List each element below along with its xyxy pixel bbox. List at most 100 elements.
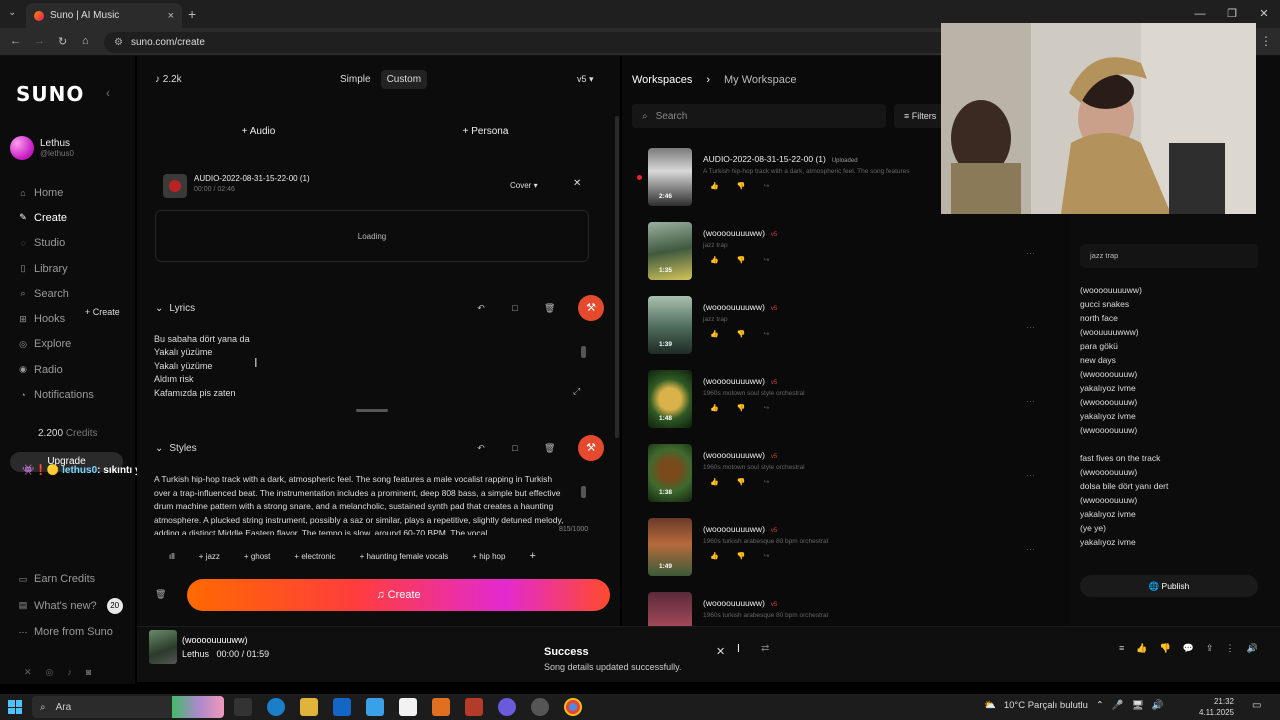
remove-audio-icon[interactable]: ✕ [573,178,581,189]
lyrics-resize-handle[interactable] [356,409,388,412]
x-icon[interactable]: ✕ [24,667,32,678]
sidebar-item-notifications[interactable]: ◔ Notifications [18,382,94,407]
browser-tab[interactable]: Suno | AI Music × [26,3,182,28]
dislike-icon[interactable]: 👎 [737,182,746,190]
like-icon[interactable]: 👍 [710,552,719,560]
volume-icon[interactable]: 🔊 [1152,700,1164,711]
suno-logo[interactable]: SUNO [16,82,84,106]
like-icon[interactable]: 👍 [1136,643,1147,654]
magic-wand-icon[interactable]: ⚒ [578,435,604,461]
publish-button[interactable]: 🌐 Publish [1080,575,1258,597]
discord-icon[interactable] [498,698,516,716]
share-icon[interactable]: ⇪ [1206,643,1214,654]
queue-icon[interactable]: ≡ [1119,643,1124,654]
windows-start-icon[interactable] [8,700,22,714]
song-row[interactable]: (woooouuuuww) v5 1960s turkish arabesque … [648,592,1068,626]
tags-menu-icon[interactable]: ıll [161,552,183,561]
network-icon[interactable]: 🖥 [1132,700,1144,711]
clear-form-icon[interactable]: 🗑 [155,589,166,600]
notifications-icon[interactable]: ▭ [1252,700,1261,711]
sidebar-item-library[interactable]: ▯ Library [18,256,94,281]
tab-search-icon[interactable]: ⌄ [8,7,16,18]
styles-textarea[interactable]: A Turkish hip-hop track with a dark, atm… [154,473,566,535]
copy-icon[interactable]: □ [510,443,520,453]
like-icon[interactable]: 👍 [710,330,719,338]
play-pause-button[interactable]: ǀ [737,643,740,655]
song-row[interactable]: 1:38 (woooouuuuww) v5 1960s motown soul s… [648,444,1068,504]
reload-icon[interactable]: ↻ [58,35,67,48]
app-icon[interactable] [465,698,483,716]
magic-wand-icon[interactable]: ⚒ [578,295,604,321]
copy-icon[interactable]: □ [510,303,520,313]
task-view-icon[interactable] [234,698,252,716]
weather-text[interactable]: 10°C Parçalı bulutlu [1004,700,1088,711]
dislike-icon[interactable]: 👎 [737,552,746,560]
audio-thumbnail[interactable] [163,174,187,198]
sidebar-item-whats-new[interactable]: ▤ What's new? 20 [18,593,123,620]
weather-icon[interactable]: ⛅ [984,700,996,711]
undo-icon[interactable]: ↶ [476,443,486,454]
like-icon[interactable]: 👍 [710,404,719,412]
mode-simple-tab[interactable]: Simple [334,70,377,89]
edge-icon[interactable] [267,698,285,716]
song-row[interactable]: 1:39 (woooouuuuww) v5 jazz trap 👍 👎 ↪ ⋯ [648,296,1068,356]
song-row[interactable]: 1:35 (woooouuuuww) v5 jazz trap 👍 👎 ↪ ⋯ [648,222,1068,282]
create-scrollbar[interactable] [615,116,619,438]
back-icon[interactable]: ← [10,35,21,47]
dislike-icon[interactable]: 👎 [737,330,746,338]
tag-chip[interactable]: + electronic [286,552,343,561]
share-icon[interactable]: ↪ [763,330,769,338]
more-options-icon[interactable]: ⋯ [1026,396,1035,407]
volume-icon[interactable]: 🔊 [1246,643,1257,654]
sidebar-item-search[interactable]: ⌕ Search [18,281,94,306]
collapse-sidebar-icon[interactable]: ‹ [106,86,110,100]
sidebar-item-earn-credits[interactable]: ▭ Earn Credits [18,566,123,593]
dislike-icon[interactable]: 👎 [737,404,746,412]
styles-scroll-thumb[interactable] [581,486,586,498]
sidebar-item-create[interactable]: ✎ Create [18,205,94,230]
add-audio-button[interactable]: + Audio [145,118,372,146]
song-row[interactable]: 1:48 (woooouuuuww) v5 1960s motown soul s… [648,370,1068,430]
like-icon[interactable]: 👍 [710,256,719,264]
share-icon[interactable]: ↪ [763,182,769,190]
tag-chip[interactable]: + ghost [236,552,278,561]
cover-mode-select[interactable]: Cover ▾ [504,178,544,193]
more-options-icon[interactable]: ⋮ [1225,643,1234,654]
tiktok-icon[interactable]: ♪ [67,667,72,678]
sidebar-item-hooks[interactable]: ⊞ Hooks [18,306,94,331]
mode-custom-tab[interactable]: Custom [380,70,428,89]
tag-chip[interactable]: + jazz [191,552,228,561]
share-icon[interactable]: ↪ [763,404,769,412]
file-explorer-icon[interactable] [300,698,318,716]
create-button[interactable]: ♫ Create [187,579,610,611]
browser-menu-icon[interactable]: ⋮ [1260,34,1272,48]
taskbar-search-input[interactable]: ⌕ Ara [32,696,224,718]
add-persona-button[interactable]: + Persona [372,118,599,146]
app-icon[interactable] [432,698,450,716]
player-song-title[interactable]: (woooouuuuww) [182,635,248,645]
comment-icon[interactable]: 💬 [1183,643,1194,654]
repeat-icon[interactable]: ⇄ [761,643,769,654]
share-icon[interactable]: ↪ [763,256,769,264]
lyrics-scroll-thumb[interactable] [581,346,586,358]
user-profile[interactable]: Lethus @lethus0 [10,136,74,160]
clock[interactable]: 21:32 4.11.2025 [1199,696,1234,718]
lyrics-textarea[interactable]: Bu sabaha dört yana da Yakalı yüzüme Yak… [154,333,574,400]
obs-icon[interactable] [531,698,549,716]
sidebar-item-home[interactable]: ⌂ Home [18,180,94,205]
hooks-create-button[interactable]: + Create [85,307,120,317]
tray-chevron-icon[interactable]: ⌃ [1096,700,1104,711]
breadcrumb-current[interactable]: My Workspace [724,74,797,86]
add-tag-icon[interactable]: + [521,550,543,562]
like-icon[interactable]: 👍 [710,182,719,190]
more-options-icon[interactable]: ⋯ [1026,470,1035,481]
lyrics-section-toggle[interactable]: ⌄ Lyrics [155,303,195,314]
expand-icon[interactable]: ⤢ [573,386,580,397]
breadcrumb-workspaces[interactable]: Workspaces [632,74,692,86]
new-tab-button[interactable]: + [188,6,196,22]
more-options-icon[interactable]: ⋯ [1026,248,1035,259]
home-browser-icon[interactable]: ⌂ [82,35,89,47]
microphone-icon[interactable]: 🎤 [1112,700,1124,711]
share-icon[interactable]: ↪ [763,552,769,560]
sidebar-item-more-from-suno[interactable]: ⋯ More from Suno [18,619,123,646]
